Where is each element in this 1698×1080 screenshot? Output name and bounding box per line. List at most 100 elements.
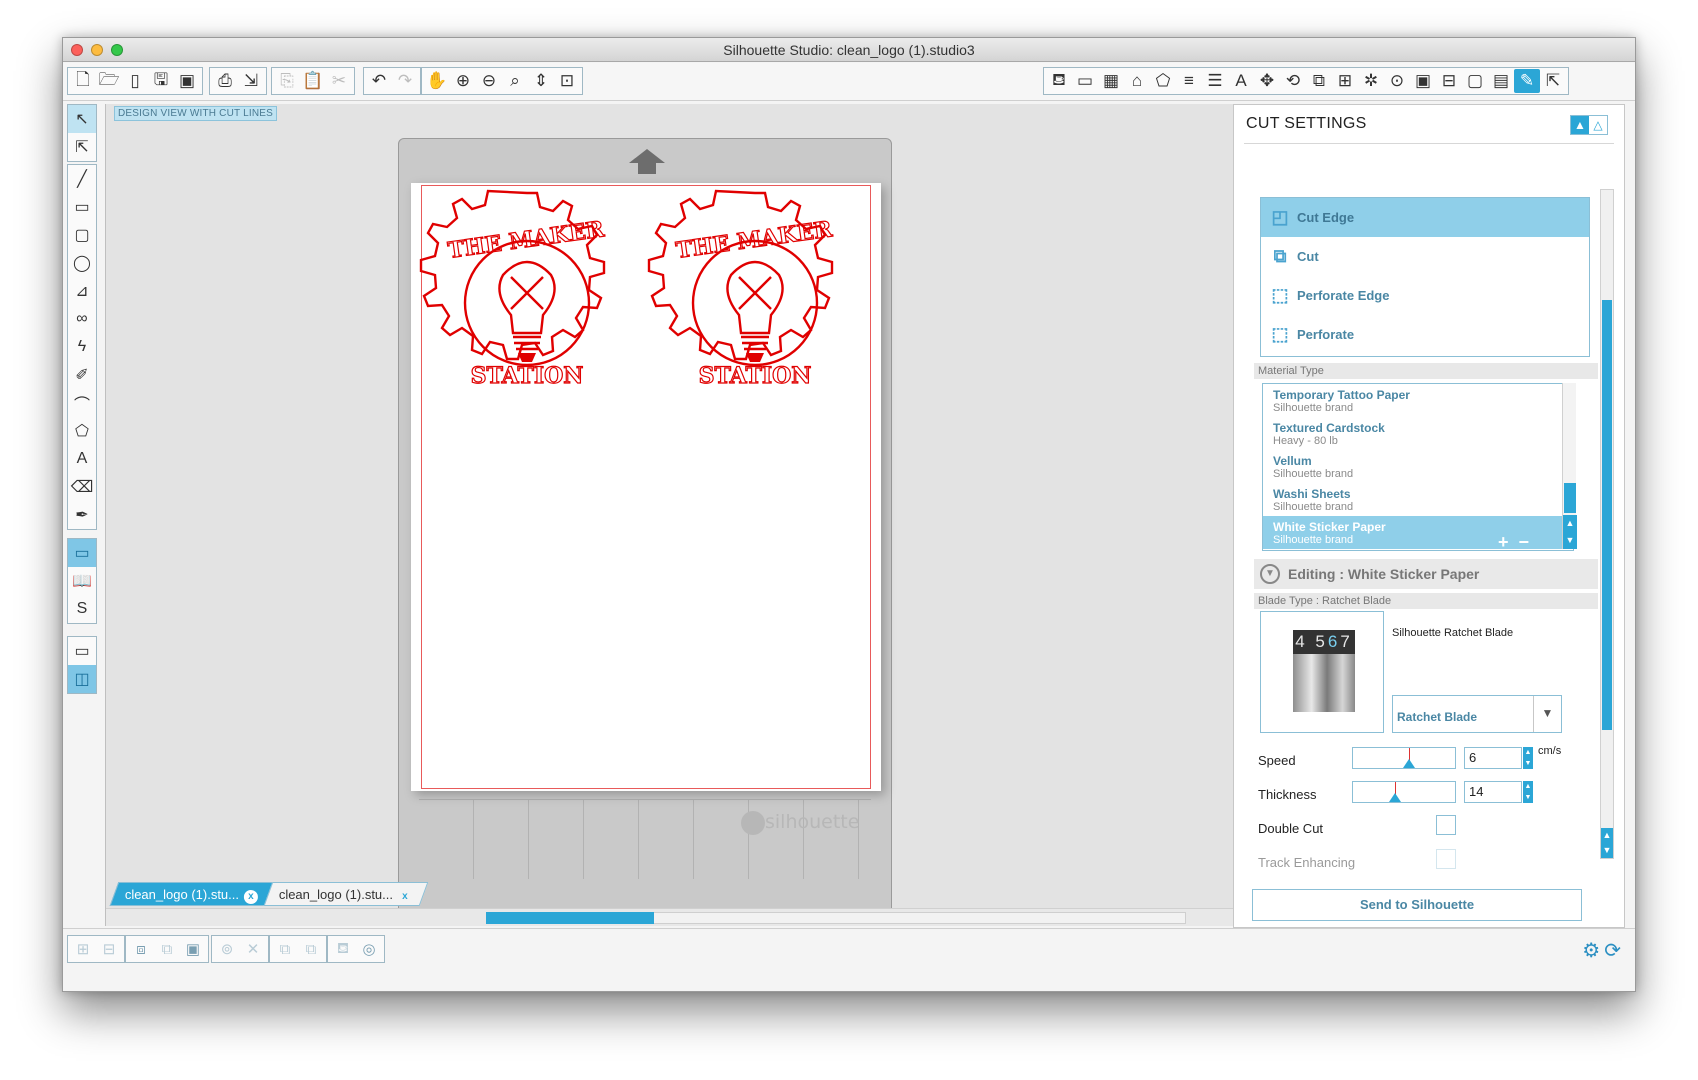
fill-icon[interactable]: ⛾ <box>330 937 356 961</box>
speed-slider[interactable] <box>1352 747 1456 769</box>
material-list-scrollbar[interactable]: ▲ ▼ <box>1562 383 1577 549</box>
freehand-tool-icon[interactable]: ϟ <box>68 333 96 361</box>
regular-polygon-tool-icon[interactable]: ⬠ <box>68 417 96 445</box>
speed-input[interactable]: 6 <box>1464 747 1522 769</box>
layers-icon[interactable]: ▣ <box>1410 69 1436 93</box>
open-folder-icon[interactable]: 🗁 <box>96 69 122 93</box>
registration-marks-icon[interactable]: ⊙ <box>1384 69 1410 93</box>
copy-icon[interactable]: ⎘ <box>274 69 300 93</box>
grid-panel-icon[interactable]: ▤ <box>1488 69 1514 93</box>
zoom-out-icon[interactable]: ⊖ <box>476 69 502 93</box>
thickness-input[interactable]: 14 <box>1464 781 1522 803</box>
collapse-chevron-icon[interactable]: ▼ <box>1260 564 1280 584</box>
thickness-stepper[interactable]: ▲ ▼ <box>1523 781 1533 803</box>
duplicate-left-icon[interactable]: ⧉ <box>272 937 298 961</box>
trace-icon[interactable]: ✲ <box>1358 69 1384 93</box>
standard-mode-icon[interactable]: ▲ <box>1571 116 1589 134</box>
modify-icon[interactable]: ⧉ <box>1306 69 1332 93</box>
rectangle-tool-icon[interactable]: ▭ <box>68 193 96 221</box>
close-tab-icon[interactable]: x <box>244 890 259 904</box>
polygon-tool-icon[interactable]: ⊿ <box>68 277 96 305</box>
track-enhancing-checkbox[interactable] <box>1436 849 1456 869</box>
rounded-rectangle-tool-icon[interactable]: ▢ <box>68 221 96 249</box>
zoom-selection-icon[interactable]: ⌕ <box>502 69 528 93</box>
arc-tool-icon[interactable]: ⌒ <box>68 389 96 417</box>
offset-circle-icon[interactable]: ◎ <box>356 937 382 961</box>
line-color-icon[interactable]: ≡ <box>1176 69 1202 93</box>
material-list[interactable]: Temporary Tattoo Paper Silhouette brand … <box>1262 383 1574 551</box>
undo-icon[interactable]: ↶ <box>366 69 392 93</box>
text-tool-icon[interactable]: A <box>68 445 96 473</box>
cut-mode-perforate[interactable]: ⬚ Perforate <box>1261 315 1589 354</box>
grid-settings-icon[interactable]: ▦ <box>1098 69 1124 93</box>
double-cut-checkbox[interactable] <box>1436 815 1456 835</box>
drag-zoom-icon[interactable]: ⇕ <box>528 69 554 93</box>
bring-to-front-icon[interactable]: ▣ <box>180 937 206 961</box>
weld-icon[interactable]: ⊚ <box>214 937 240 961</box>
ungroup-icon[interactable]: ⊟ <box>96 937 122 961</box>
ellipse-tool-icon[interactable]: ◯ <box>68 249 96 277</box>
material-scroll-arrows[interactable]: ▲ ▼ <box>1563 515 1577 549</box>
library-panel-icon[interactable]: ⊟ <box>1436 69 1462 93</box>
curve-tool-icon[interactable]: ∞ <box>68 305 96 333</box>
thickness-slider[interactable] <box>1352 781 1456 803</box>
eraser-tool-icon[interactable]: ⌫ <box>68 473 96 501</box>
split-view-icon[interactable]: ◫ <box>68 665 96 693</box>
zoom-in-icon[interactable]: ⊕ <box>450 69 476 93</box>
fill-color-icon[interactable]: ⬠ <box>1150 69 1176 93</box>
release-compound-path-icon[interactable]: ⧉ <box>154 937 180 961</box>
chevron-down-icon[interactable]: ▼ <box>1533 696 1561 732</box>
text-style-icon[interactable]: A <box>1228 69 1254 93</box>
editing-header[interactable]: ▼ Editing : White Sticker Paper <box>1254 559 1598 589</box>
edit-points-icon[interactable]: ⇱ <box>68 133 96 161</box>
maker-station-logo-left[interactable]: THE MAKER STATION <box>415 187 639 413</box>
replicate-icon[interactable]: ⟲ <box>1280 69 1306 93</box>
blade-type-select[interactable]: Ratchet Blade ▼ <box>1392 695 1562 733</box>
send-to-silhouette-button[interactable]: Send to Silhouette <box>1252 889 1582 921</box>
refresh-icon[interactable]: ⟳ <box>1604 938 1621 963</box>
paste-icon[interactable]: 📋 <box>300 69 326 93</box>
redo-icon[interactable]: ↷ <box>392 69 418 93</box>
smooth-freehand-tool-icon[interactable]: ✐ <box>68 361 96 389</box>
transform-icon[interactable]: ✥ <box>1254 69 1280 93</box>
select-arrow-icon[interactable]: ↖ <box>68 105 96 133</box>
add-material-icon[interactable]: + <box>1498 533 1509 551</box>
pan-hand-icon[interactable]: ✋ <box>424 69 450 93</box>
thickness-slider-handle[interactable] <box>1389 793 1401 802</box>
settings-gear-icon[interactable]: ⚙ <box>1582 938 1600 963</box>
library-view-icon[interactable]: 📖 <box>68 567 96 595</box>
store-icon[interactable]: ⌂ <box>1124 69 1150 93</box>
cut-scissors-icon[interactable]: ✂ <box>326 69 352 93</box>
design-view-icon[interactable]: ▭ <box>68 539 96 567</box>
duplicate-right-icon[interactable]: ⧉ <box>298 937 324 961</box>
cut-mode-cut-edge[interactable]: ◰ Cut Edge <box>1261 198 1589 237</box>
material-item[interactable]: Temporary Tattoo Paper Silhouette brand <box>1263 384 1573 417</box>
material-item[interactable]: Textured Cardstock Heavy - 80 lb <box>1263 417 1573 450</box>
paint-bucket-icon[interactable]: ⛾ <box>1046 69 1072 93</box>
horizontal-scroll-thumb[interactable] <box>486 912 654 924</box>
page-settings-icon[interactable]: ▭ <box>1072 69 1098 93</box>
material-scroll-thumb[interactable] <box>1564 483 1576 513</box>
cut-settings-icon[interactable]: ✎ <box>1514 69 1540 93</box>
send-panel-icon[interactable]: ⇱ <box>1540 69 1566 93</box>
material-item[interactable]: Washi Sheets Silhouette brand <box>1263 483 1573 516</box>
remove-material-icon[interactable]: − <box>1519 533 1530 551</box>
page-area[interactable]: THE MAKER STATION THE MAKER STATION <box>411 183 881 791</box>
canvas-horizontal-scrollbar[interactable]: ◀ ▶ <box>106 908 1268 926</box>
delete-icon[interactable]: ✕ <box>240 937 266 961</box>
document-tab-active[interactable]: clean_logo (1).stu... x <box>109 882 275 906</box>
new-document-icon[interactable]: 🗋 <box>70 69 96 93</box>
panel-scroll-arrows[interactable]: ▲ ▼ <box>1601 828 1613 858</box>
print-cut-icon[interactable]: ⇲ <box>238 69 264 93</box>
online-store-icon[interactable]: S <box>68 595 96 623</box>
cut-mode-perforate-edge[interactable]: ⬚ Perforate Edge <box>1261 276 1589 315</box>
line-style-icon[interactable]: ☰ <box>1202 69 1228 93</box>
make-compound-path-icon[interactable]: ⧈ <box>128 937 154 961</box>
line-tool-icon[interactable]: ╱ <box>68 165 96 193</box>
document-tab[interactable]: clean_logo (1).stu... x <box>263 882 429 906</box>
panel-scroll-thumb[interactable] <box>1602 300 1612 730</box>
group-icon[interactable]: ⊞ <box>70 937 96 961</box>
page-panel-icon[interactable]: ▢ <box>1462 69 1488 93</box>
speed-slider-handle[interactable] <box>1403 759 1415 768</box>
print-icon[interactable]: ⎙ <box>212 69 238 93</box>
